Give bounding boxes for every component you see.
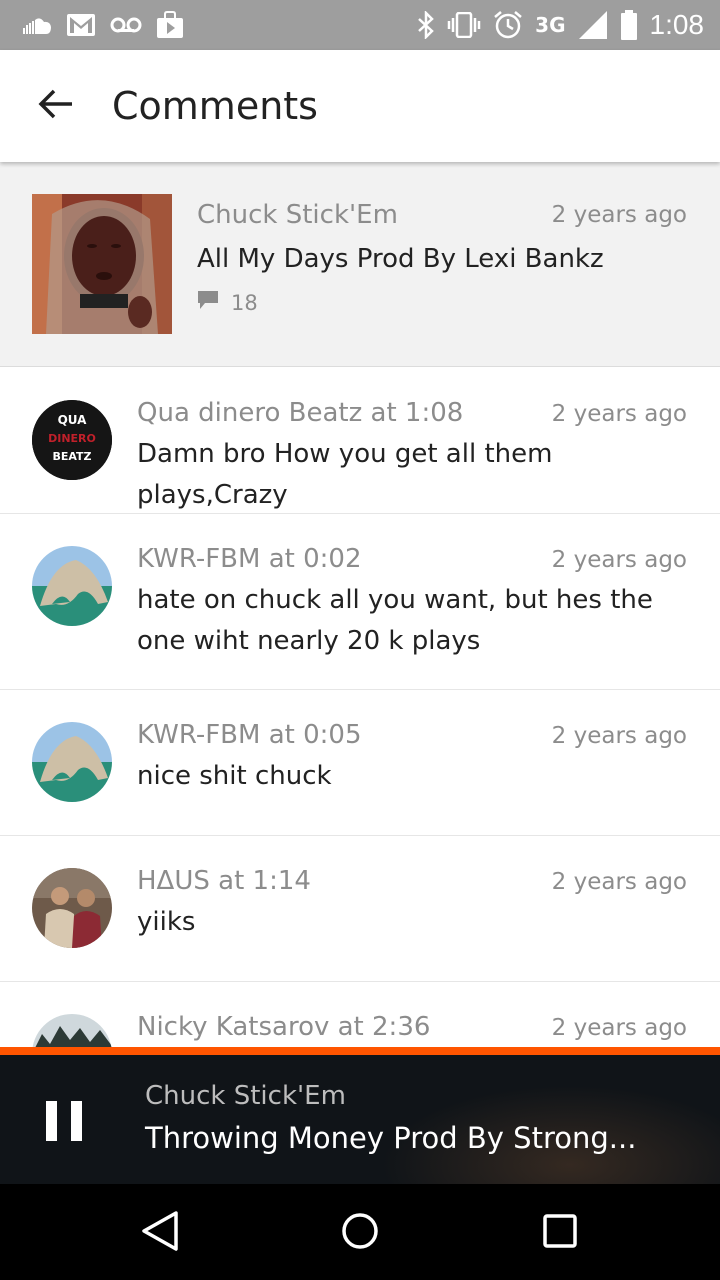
comment-item[interactable]: HΔUS at 1:14 2 years ago yiiks	[0, 836, 720, 982]
alarm-icon	[493, 10, 523, 40]
comment-time-ago: 2 years ago	[551, 547, 687, 573]
system-icons: 3G 1:08	[417, 9, 720, 41]
track-artwork	[32, 194, 172, 334]
track-title[interactable]: All My Days Prod By Lexi Bankz	[197, 244, 604, 274]
svg-text:QUA: QUA	[58, 413, 88, 427]
avatar[interactable]	[32, 546, 112, 626]
notification-icons	[0, 11, 184, 39]
network-type: 3G	[535, 13, 566, 37]
comments-list[interactable]: QUA DINERO BEATZ Qua dinero Beatz at 1:0…	[0, 368, 720, 1048]
svg-text:DINERO: DINERO	[48, 432, 96, 445]
comment-text: Damn bro How you get all them plays,Craz…	[137, 439, 553, 510]
soundcloud-icon	[22, 16, 52, 34]
bluetooth-icon	[417, 11, 435, 39]
comment-item[interactable]: Nicky Katsarov at 2:36 2 years ago	[0, 982, 720, 1048]
comment-text: nice shit chuck	[137, 761, 332, 791]
status-bar: 3G 1:08	[0, 0, 720, 50]
comment-count-value: 18	[231, 290, 258, 315]
app-bar: Comments	[0, 50, 720, 162]
comment-text: hate on chuck all you want, but hes the …	[137, 585, 653, 656]
mini-player[interactable]: Chuck Stick'Em Throwing Money Prod By St…	[0, 1047, 720, 1184]
track-username[interactable]: Chuck Stick'Em	[197, 200, 398, 230]
avatar[interactable]	[32, 868, 112, 948]
pause-icon-left-bar	[46, 1101, 57, 1141]
player-username[interactable]: Chuck Stick'Em	[145, 1081, 346, 1111]
track-header[interactable]: Chuck Stick'Em 2 years ago All My Days P…	[0, 162, 720, 367]
clock: 1:08	[649, 9, 705, 40]
comment-time-ago: 2 years ago	[551, 869, 687, 895]
comment-time-ago: 2 years ago	[551, 1015, 687, 1041]
comment-count: 18	[197, 290, 258, 315]
comment-author[interactable]: KWR-FBM at 0:05	[137, 720, 362, 750]
pause-icon-right-bar	[71, 1101, 82, 1141]
comment-time-ago: 2 years ago	[551, 723, 687, 749]
recents-square-icon	[542, 1213, 578, 1253]
signal-icon	[578, 10, 608, 40]
avatar[interactable]: QUA DINERO BEATZ	[32, 400, 112, 480]
comment-author[interactable]: HΔUS at 1:14	[137, 866, 311, 896]
comment-time-ago: 2 years ago	[551, 401, 687, 427]
page-title: Comments	[112, 84, 318, 128]
gmail-icon	[66, 13, 96, 37]
avatar[interactable]	[32, 1014, 112, 1048]
nav-recents-button[interactable]	[535, 1208, 585, 1258]
battery-icon	[620, 10, 638, 40]
avatar[interactable]	[32, 722, 112, 802]
comment-icon	[197, 290, 219, 315]
arrow-back-icon	[38, 88, 74, 124]
voicemail-icon	[110, 17, 142, 33]
nav-home-button[interactable]	[335, 1208, 385, 1258]
comment-item[interactable]: KWR-FBM at 0:05 2 years ago nice shit ch…	[0, 690, 720, 836]
track-time-ago: 2 years ago	[551, 202, 687, 228]
navigation-bar	[0, 1184, 720, 1280]
home-circle-icon	[340, 1211, 380, 1255]
player-track-title[interactable]: Throwing Money Prod By Strong...	[145, 1121, 636, 1155]
comment-author[interactable]: Qua dinero Beatz at 1:08	[137, 398, 463, 428]
pause-button[interactable]	[46, 1101, 82, 1141]
comment-item[interactable]: QUA DINERO BEATZ Qua dinero Beatz at 1:0…	[0, 368, 720, 514]
comment-author[interactable]: KWR-FBM at 0:02	[137, 544, 362, 574]
back-triangle-icon	[140, 1210, 180, 1256]
vibrate-icon	[447, 12, 481, 38]
shopping-bag-icon	[156, 11, 184, 39]
svg-text:BEATZ: BEATZ	[52, 450, 91, 463]
back-button[interactable]	[20, 70, 92, 142]
comment-author[interactable]: Nicky Katsarov at 2:36	[137, 1012, 430, 1042]
nav-back-button[interactable]	[135, 1208, 185, 1258]
comment-text: yiiks	[137, 907, 196, 937]
comment-item[interactable]: KWR-FBM at 0:02 2 years ago hate on chuc…	[0, 514, 720, 690]
